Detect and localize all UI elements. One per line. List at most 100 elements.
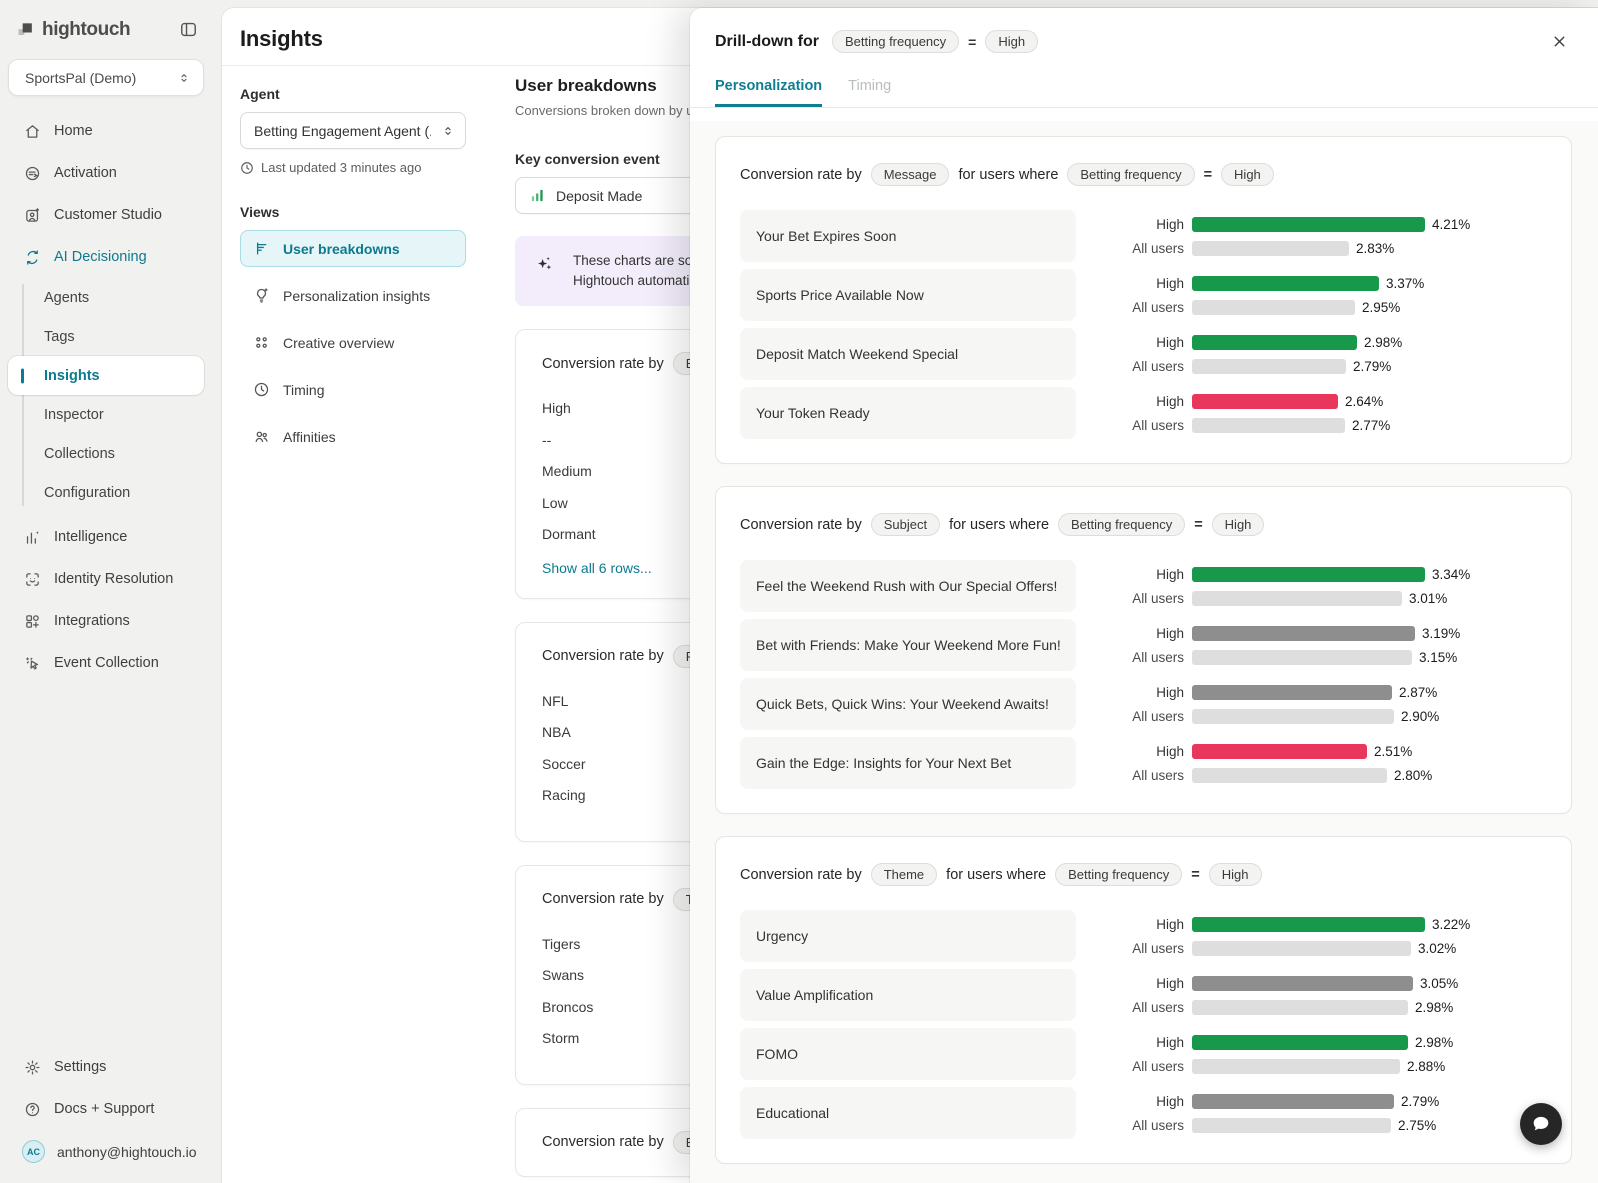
chart-title-prefix: Conversion rate by — [740, 867, 862, 883]
sidebar-item-label: Tags — [44, 329, 75, 345]
sidebar-item-docs-support[interactable]: Docs + Support — [0, 1088, 216, 1130]
category-label: Feel the Weekend Rush with Our Special O… — [740, 560, 1076, 612]
sidebar-item-settings[interactable]: Settings — [0, 1046, 216, 1088]
sidebar-item-agents[interactable]: Agents — [0, 278, 216, 317]
sidebar-item-label: Collections — [44, 446, 115, 462]
sidebar-item-intelligence[interactable]: Intelligence — [0, 516, 216, 558]
chart-row: UrgencyHigh3.22%All users3.02% — [740, 910, 1547, 962]
chat-bubble-button[interactable] — [1520, 1103, 1562, 1145]
drilldown-drawer: Drill-down for Betting frequency = High … — [690, 8, 1598, 1183]
filter-value-pill: High — [985, 30, 1038, 53]
filter-value-pill: High — [1212, 513, 1265, 536]
bar-light — [1192, 418, 1345, 433]
bar-line: All users3.02% — [1106, 941, 1470, 956]
bar-light — [1192, 300, 1355, 315]
bar-line: All users2.80% — [1106, 768, 1432, 783]
workspace-selector[interactable]: SportsPal (Demo) — [8, 59, 204, 96]
logo-row: hightouch — [0, 12, 216, 51]
view-item-timing[interactable]: Timing — [240, 371, 466, 408]
bar-line: All users3.15% — [1106, 650, 1460, 665]
sidebar-item-label: Integrations — [54, 613, 130, 629]
workspace-name: SportsPal (Demo) — [25, 70, 136, 86]
bar-value: 3.01% — [1409, 591, 1447, 606]
sidebar-item-collections[interactable]: Collections — [0, 434, 216, 473]
close-icon[interactable] — [1547, 29, 1572, 54]
account-menu[interactable]: AC anthony@hightouch.io — [0, 1130, 216, 1173]
sidebar-item-home[interactable]: Home — [0, 110, 216, 152]
bar-group: High3.22%All users3.02% — [1106, 917, 1470, 956]
sidebar-item-integrations[interactable]: Integrations — [0, 600, 216, 642]
sidebar-item-label: Activation — [54, 165, 117, 181]
view-item-creative-overview[interactable]: Creative overview — [240, 324, 466, 361]
sidebar-item-activation[interactable]: Activation — [0, 152, 216, 194]
bar-group: High4.21%All users2.83% — [1106, 217, 1470, 256]
sidebar-item-label: Customer Studio — [54, 207, 162, 223]
chart-title-middle: for users where — [958, 167, 1058, 183]
sidebar-footer: SettingsDocs + Support AC anthony@highto… — [0, 1046, 216, 1173]
view-item-affinities[interactable]: Affinities — [240, 418, 466, 455]
filter-dimension-pill: Betting frequency — [1058, 513, 1185, 536]
view-item-personalization-insights[interactable]: Personalization insights — [240, 277, 466, 314]
breakdown-pill[interactable]: Theme — [871, 863, 937, 886]
filter-dimension-pill: Betting frequency — [1067, 163, 1194, 186]
category-label: Your Bet Expires Soon — [740, 210, 1076, 262]
sidebar-collapse-icon[interactable] — [177, 18, 200, 41]
agent-select[interactable]: Betting Engagement Agent (... — [240, 112, 466, 149]
chart-row: EducationalHigh2.79%All users2.75% — [740, 1087, 1547, 1139]
clock-icon — [253, 381, 270, 398]
sparkles-icon — [533, 253, 555, 275]
series-name: All users — [1106, 650, 1184, 665]
card-title-text: Conversion rate by — [542, 648, 664, 664]
category-label: Sports Price Available Now — [740, 269, 1076, 321]
bar-gray — [1192, 976, 1413, 991]
tab-timing[interactable]: Timing — [848, 78, 891, 107]
breakdown-pill[interactable]: Subject — [871, 513, 940, 536]
series-name: All users — [1106, 241, 1184, 256]
bar-light — [1192, 941, 1411, 956]
sidebar-item-insights[interactable]: Insights — [8, 356, 204, 395]
sidebar-item-identity-resolution[interactable]: Identity Resolution — [0, 558, 216, 600]
chart-row: Quick Bets, Quick Wins: Your Weekend Awa… — [740, 678, 1547, 730]
bar-line: High2.87% — [1106, 685, 1439, 700]
chart-title-prefix: Conversion rate by — [740, 167, 862, 183]
home-icon — [24, 123, 41, 140]
sidebar-item-label: Intelligence — [54, 529, 127, 545]
bar-chart-icon — [529, 187, 546, 204]
bar-light — [1192, 359, 1346, 374]
chevron-updown-icon — [177, 71, 191, 85]
drawer-header: Drill-down for Betting frequency = High — [690, 8, 1598, 54]
category-label: Deposit Match Weekend Special — [740, 328, 1076, 380]
sidebar-item-label: Home — [54, 123, 93, 139]
chart-row: Your Token ReadyHigh2.64%All users2.77% — [740, 387, 1547, 439]
bar-line: All users2.95% — [1106, 300, 1424, 315]
drawer-body: Conversion rate by Message for users where… — [690, 121, 1598, 1183]
sidebar-item-configuration[interactable]: Configuration — [0, 473, 216, 512]
sidebar-item-label: Agents — [44, 290, 89, 306]
drawer-tabs: Personalization Timing — [690, 78, 1598, 108]
bar-group: High2.98%All users2.88% — [1106, 1035, 1453, 1074]
sidebar-item-label: AI Decisioning — [54, 249, 147, 265]
bar-value: 2.83% — [1356, 241, 1394, 256]
sidebar-item-ai-decisioning[interactable]: AI Decisioning — [0, 236, 216, 278]
view-item-user-breakdowns[interactable]: User breakdowns — [240, 230, 466, 267]
drilldown-chart-theme: Conversion rate byThemefor users whereBe… — [715, 836, 1572, 1164]
category-label: FOMO — [740, 1028, 1076, 1080]
filter-value-pill: High — [1221, 163, 1274, 186]
bar-value: 3.05% — [1420, 976, 1458, 991]
series-name: High — [1106, 626, 1184, 641]
bar-line: High2.64% — [1106, 394, 1390, 409]
sidebar-item-event-collection[interactable]: Event Collection — [0, 642, 216, 684]
account-email: anthony@hightouch.io — [57, 1144, 197, 1160]
series-name: All users — [1106, 591, 1184, 606]
chart-row: Feel the Weekend Rush with Our Special O… — [740, 560, 1547, 612]
sidebar-item-inspector[interactable]: Inspector — [0, 395, 216, 434]
bar-line: High2.98% — [1106, 335, 1402, 350]
sidebar-item-tags[interactable]: Tags — [0, 317, 216, 356]
help-icon — [24, 1101, 41, 1118]
agent-label: Agent — [240, 86, 480, 102]
sidebar-item-customer-studio[interactable]: Customer Studio — [0, 194, 216, 236]
breakdown-pill[interactable]: Message — [871, 163, 950, 186]
bar-value: 2.98% — [1364, 335, 1402, 350]
series-name: All users — [1106, 768, 1184, 783]
tab-personalization[interactable]: Personalization — [715, 78, 822, 107]
